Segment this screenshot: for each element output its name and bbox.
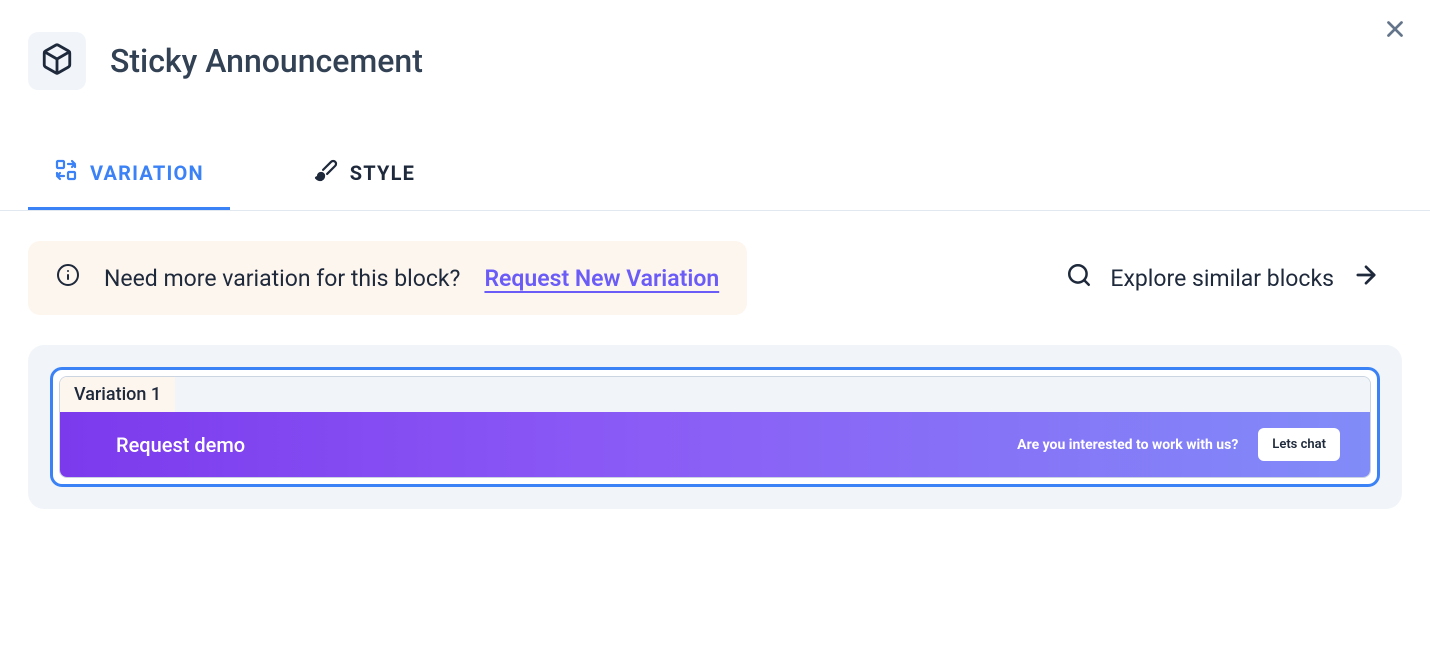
explore-label: Explore similar blocks xyxy=(1110,265,1334,292)
explore-similar-button[interactable]: Explore similar blocks xyxy=(1066,261,1402,295)
swap-icon xyxy=(54,158,78,187)
request-variation-link[interactable]: Request New Variation xyxy=(484,265,719,292)
arrow-right-icon xyxy=(1352,261,1380,295)
variation-panel: Variation 1 Request demo Are you interes… xyxy=(28,345,1402,509)
tab-variation[interactable]: VARIATION xyxy=(28,148,230,210)
announcement-preview: Request demo Are you interested to work … xyxy=(60,412,1370,477)
variation-badge: Variation 1 xyxy=(60,377,175,412)
tab-variation-label: VARIATION xyxy=(90,161,204,185)
announcement-question: Are you interested to work with us? xyxy=(1017,437,1238,453)
block-icon-box xyxy=(28,32,86,90)
notice-banner: Need more variation for this block? Requ… xyxy=(28,241,747,315)
tab-style[interactable]: STYLE xyxy=(288,148,441,210)
notice-text: Need more variation for this block? xyxy=(104,265,460,292)
tab-style-label: STYLE xyxy=(350,161,415,185)
search-icon xyxy=(1066,262,1092,294)
tabs: VARIATION STYLE xyxy=(0,148,1430,211)
close-icon[interactable] xyxy=(1382,16,1408,46)
brush-icon xyxy=(314,158,338,187)
page-title: Sticky Announcement xyxy=(110,42,423,80)
announcement-left-text: Request demo xyxy=(116,433,245,457)
info-icon xyxy=(56,263,80,293)
cube-icon xyxy=(40,42,74,80)
lets-chat-button[interactable]: Lets chat xyxy=(1258,428,1340,461)
variation-card[interactable]: Variation 1 Request demo Are you interes… xyxy=(50,367,1380,487)
